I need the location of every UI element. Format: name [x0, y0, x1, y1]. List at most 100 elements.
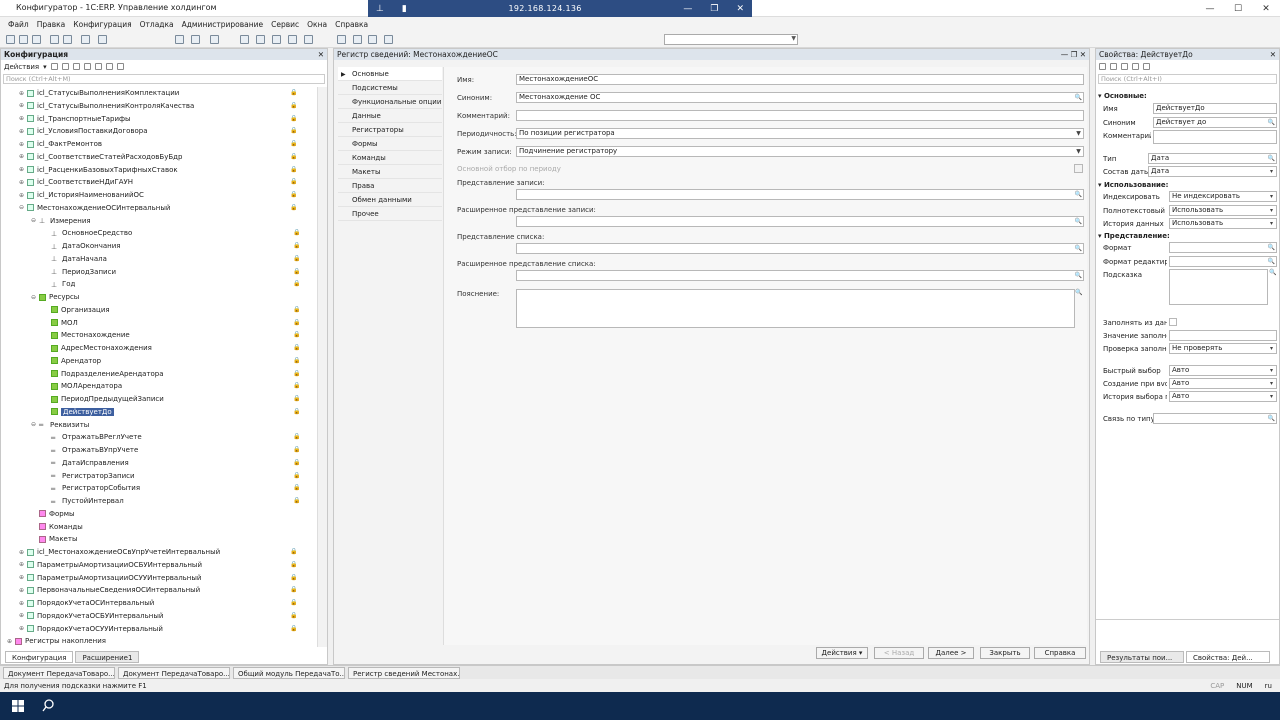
clear-filter-icon[interactable] [116, 63, 124, 70]
expand-icon[interactable]: ⊕ [7, 638, 15, 645]
menu-service[interactable]: Сервис [271, 20, 299, 29]
tree-row[interactable]: МОЛАрендатора [43, 380, 122, 392]
new-icon[interactable] [6, 35, 15, 44]
tree-row[interactable]: ⊖ Ресурсы [31, 291, 79, 303]
properties-close-icon[interactable]: ✕ [1270, 49, 1276, 60]
tree-row[interactable]: ПериодПредыдущейЗаписи [43, 393, 164, 405]
chevron-down-icon[interactable]: ▼ [1074, 129, 1083, 138]
prop-create-select[interactable]: Авто ▾ [1169, 378, 1277, 389]
prop-format-field[interactable]: 🔍 [1169, 242, 1277, 253]
timer-icon[interactable] [384, 35, 393, 44]
dropdown-icon[interactable]: ▾ [43, 63, 47, 71]
settings-icon[interactable] [1143, 63, 1150, 70]
tree-row[interactable]: ⊕ ПорядокУчетаОСБУИнтервальный [19, 610, 163, 622]
expand-icon[interactable]: ⊕ [19, 153, 27, 160]
section-usage[interactable]: ▾ Использование: [1098, 181, 1168, 189]
search-icon[interactable]: 🔍 [1074, 217, 1083, 226]
prop-quick-select[interactable]: Авто ▾ [1169, 365, 1277, 376]
step-over-icon[interactable] [272, 35, 281, 44]
expand-icon[interactable]: ⊕ [19, 549, 27, 556]
tab-properties[interactable]: Свойства: Дей... [1186, 651, 1270, 663]
tab-rights[interactable]: Права [338, 179, 442, 193]
remote-minimize-icon[interactable]: — [683, 4, 692, 14]
periodicity-select[interactable]: По позиции регистратора ▼ [516, 128, 1084, 139]
synonym-field[interactable]: Местонахождение ОС 🔍 [516, 92, 1084, 103]
save-icon[interactable] [32, 35, 41, 44]
tree-row[interactable]: ⊕ ПараметрыАмортизацииОСУУИнтервальный [19, 572, 201, 584]
run-icon[interactable] [210, 35, 219, 44]
prop-datecomp-select[interactable]: Дата ▾ [1148, 166, 1277, 177]
prop-history-select[interactable]: Использовать ▾ [1169, 218, 1277, 229]
expand-icon[interactable]: ⊕ [19, 600, 27, 607]
tree-row[interactable]: ⊕ icl_СоответствиеСтатейРасходовБуБдр [19, 151, 182, 163]
menu-config[interactable]: Конфигурация [73, 20, 131, 29]
tree-row[interactable]: ⊥ ДатаОкончания [43, 240, 121, 252]
tree-row[interactable]: ═ РегистраторСобытия [43, 482, 140, 494]
expand-icon[interactable]: ⊕ [19, 612, 27, 619]
copy-icon[interactable] [63, 35, 72, 44]
prop-fillvalue-field[interactable] [1169, 330, 1277, 341]
chevron-down-icon[interactable]: ▾ [1267, 167, 1276, 176]
tab-search-results[interactable]: Результаты пои... [1100, 651, 1184, 663]
find-icon[interactable] [191, 35, 200, 44]
doc-tab-1[interactable]: Документ ПередачаТоваро... [3, 666, 115, 679]
tree-row[interactable]: Формы [31, 508, 75, 520]
tree-row[interactable]: ⊕ ПараметрыАмортизацииОСБУИнтервальный [19, 559, 202, 571]
tree-row[interactable]: АдресМестонахождения [43, 342, 152, 354]
search-icon[interactable]: 🔍 [1074, 244, 1083, 253]
prop-link-field[interactable]: 🔍 [1153, 413, 1277, 424]
tab-functional-options[interactable]: Функциональные опции [338, 95, 442, 109]
add-icon[interactable] [50, 63, 58, 70]
tree-row[interactable]: ⊖ ═ Реквизиты [31, 419, 89, 431]
prop-tooltip-field[interactable] [1169, 269, 1268, 305]
prop-editformat-field[interactable]: 🔍 [1169, 256, 1277, 267]
tree-row[interactable]: Макеты [31, 533, 77, 545]
undo-icon[interactable] [81, 35, 90, 44]
prop-type-field[interactable]: Дата 🔍 [1148, 153, 1277, 164]
tree-row[interactable]: ⊕ icl_СоответствиеНДиГАУН [19, 176, 133, 188]
expand-icon[interactable]: ⊕ [19, 128, 27, 135]
maximize-icon[interactable]: ☐ [1224, 0, 1252, 17]
back-button[interactable]: < Назад [874, 647, 924, 659]
tree-row[interactable]: ⊥ ДатаНачала [43, 253, 107, 265]
panel-close-icon[interactable]: ✕ [318, 49, 324, 60]
tree-row[interactable]: ⊕ icl_СтатусыВыполненияКомплектации [19, 87, 179, 99]
chevron-down-icon[interactable]: ▾ [1267, 219, 1276, 228]
tree-row[interactable]: ⊕ ПорядокУчетаОСУУИнтервальный [19, 623, 163, 635]
help-button[interactable]: Справка [1034, 647, 1086, 659]
next-button[interactable]: Далее > [928, 647, 974, 659]
menu-file[interactable]: Файл [8, 20, 29, 29]
edit-icon[interactable] [61, 63, 69, 70]
doc-tab-2[interactable]: Документ ПередачаТоваро... [118, 666, 230, 679]
tree-scrollbar[interactable] [317, 87, 327, 647]
chevron-down-icon[interactable]: ▾ [1267, 392, 1276, 401]
taskbar-search-icon[interactable] [42, 699, 54, 712]
tree-row[interactable]: ⊕ icl_УсловияПоставкиДоговора [19, 125, 148, 137]
open-icon[interactable] [19, 35, 28, 44]
actions-button[interactable]: Действия ▾ [816, 647, 868, 659]
tab-extension[interactable]: Расширение1 [75, 651, 140, 663]
expand-icon[interactable]: ⊕ [19, 561, 27, 568]
close-button[interactable]: Закрыть [980, 647, 1030, 659]
search-icon[interactable]: 🔍 [1267, 257, 1276, 266]
tab-templates[interactable]: Макеты [338, 165, 442, 179]
chevron-down-icon[interactable]: ▾ [1267, 192, 1276, 201]
tree-row[interactable]: МОЛ [43, 317, 78, 329]
prop-fulltext-select[interactable]: Использовать ▾ [1169, 205, 1277, 216]
tree-row[interactable]: ⊥ Год [43, 278, 75, 290]
properties-search-input[interactable]: Поиск (Ctrl+Alt+I) [1098, 74, 1277, 84]
prop-comment-field[interactable] [1153, 130, 1277, 144]
step-out-icon[interactable] [288, 35, 297, 44]
collapse-icon[interactable]: ⊖ [31, 294, 39, 301]
move-up-icon[interactable] [83, 63, 91, 70]
remote-close-icon[interactable]: ✕ [736, 4, 744, 14]
section-representation[interactable]: ▾ Представление: [1098, 232, 1170, 240]
list-repr-field[interactable]: 🔍 [516, 243, 1084, 254]
menu-debug[interactable]: Отладка [140, 20, 174, 29]
section-main[interactable]: ▾ Основные: [1098, 92, 1147, 100]
stop-icon[interactable] [337, 35, 346, 44]
info-icon[interactable] [98, 35, 107, 44]
ext-record-repr-field[interactable]: 🔍 [516, 216, 1084, 227]
tree-row[interactable]: ⊕ icl_ИсторияНаименованийОС [19, 189, 144, 201]
tree-row[interactable]: ⊕ icl_СтатусыВыполненияКонтроляКачества [19, 100, 194, 112]
